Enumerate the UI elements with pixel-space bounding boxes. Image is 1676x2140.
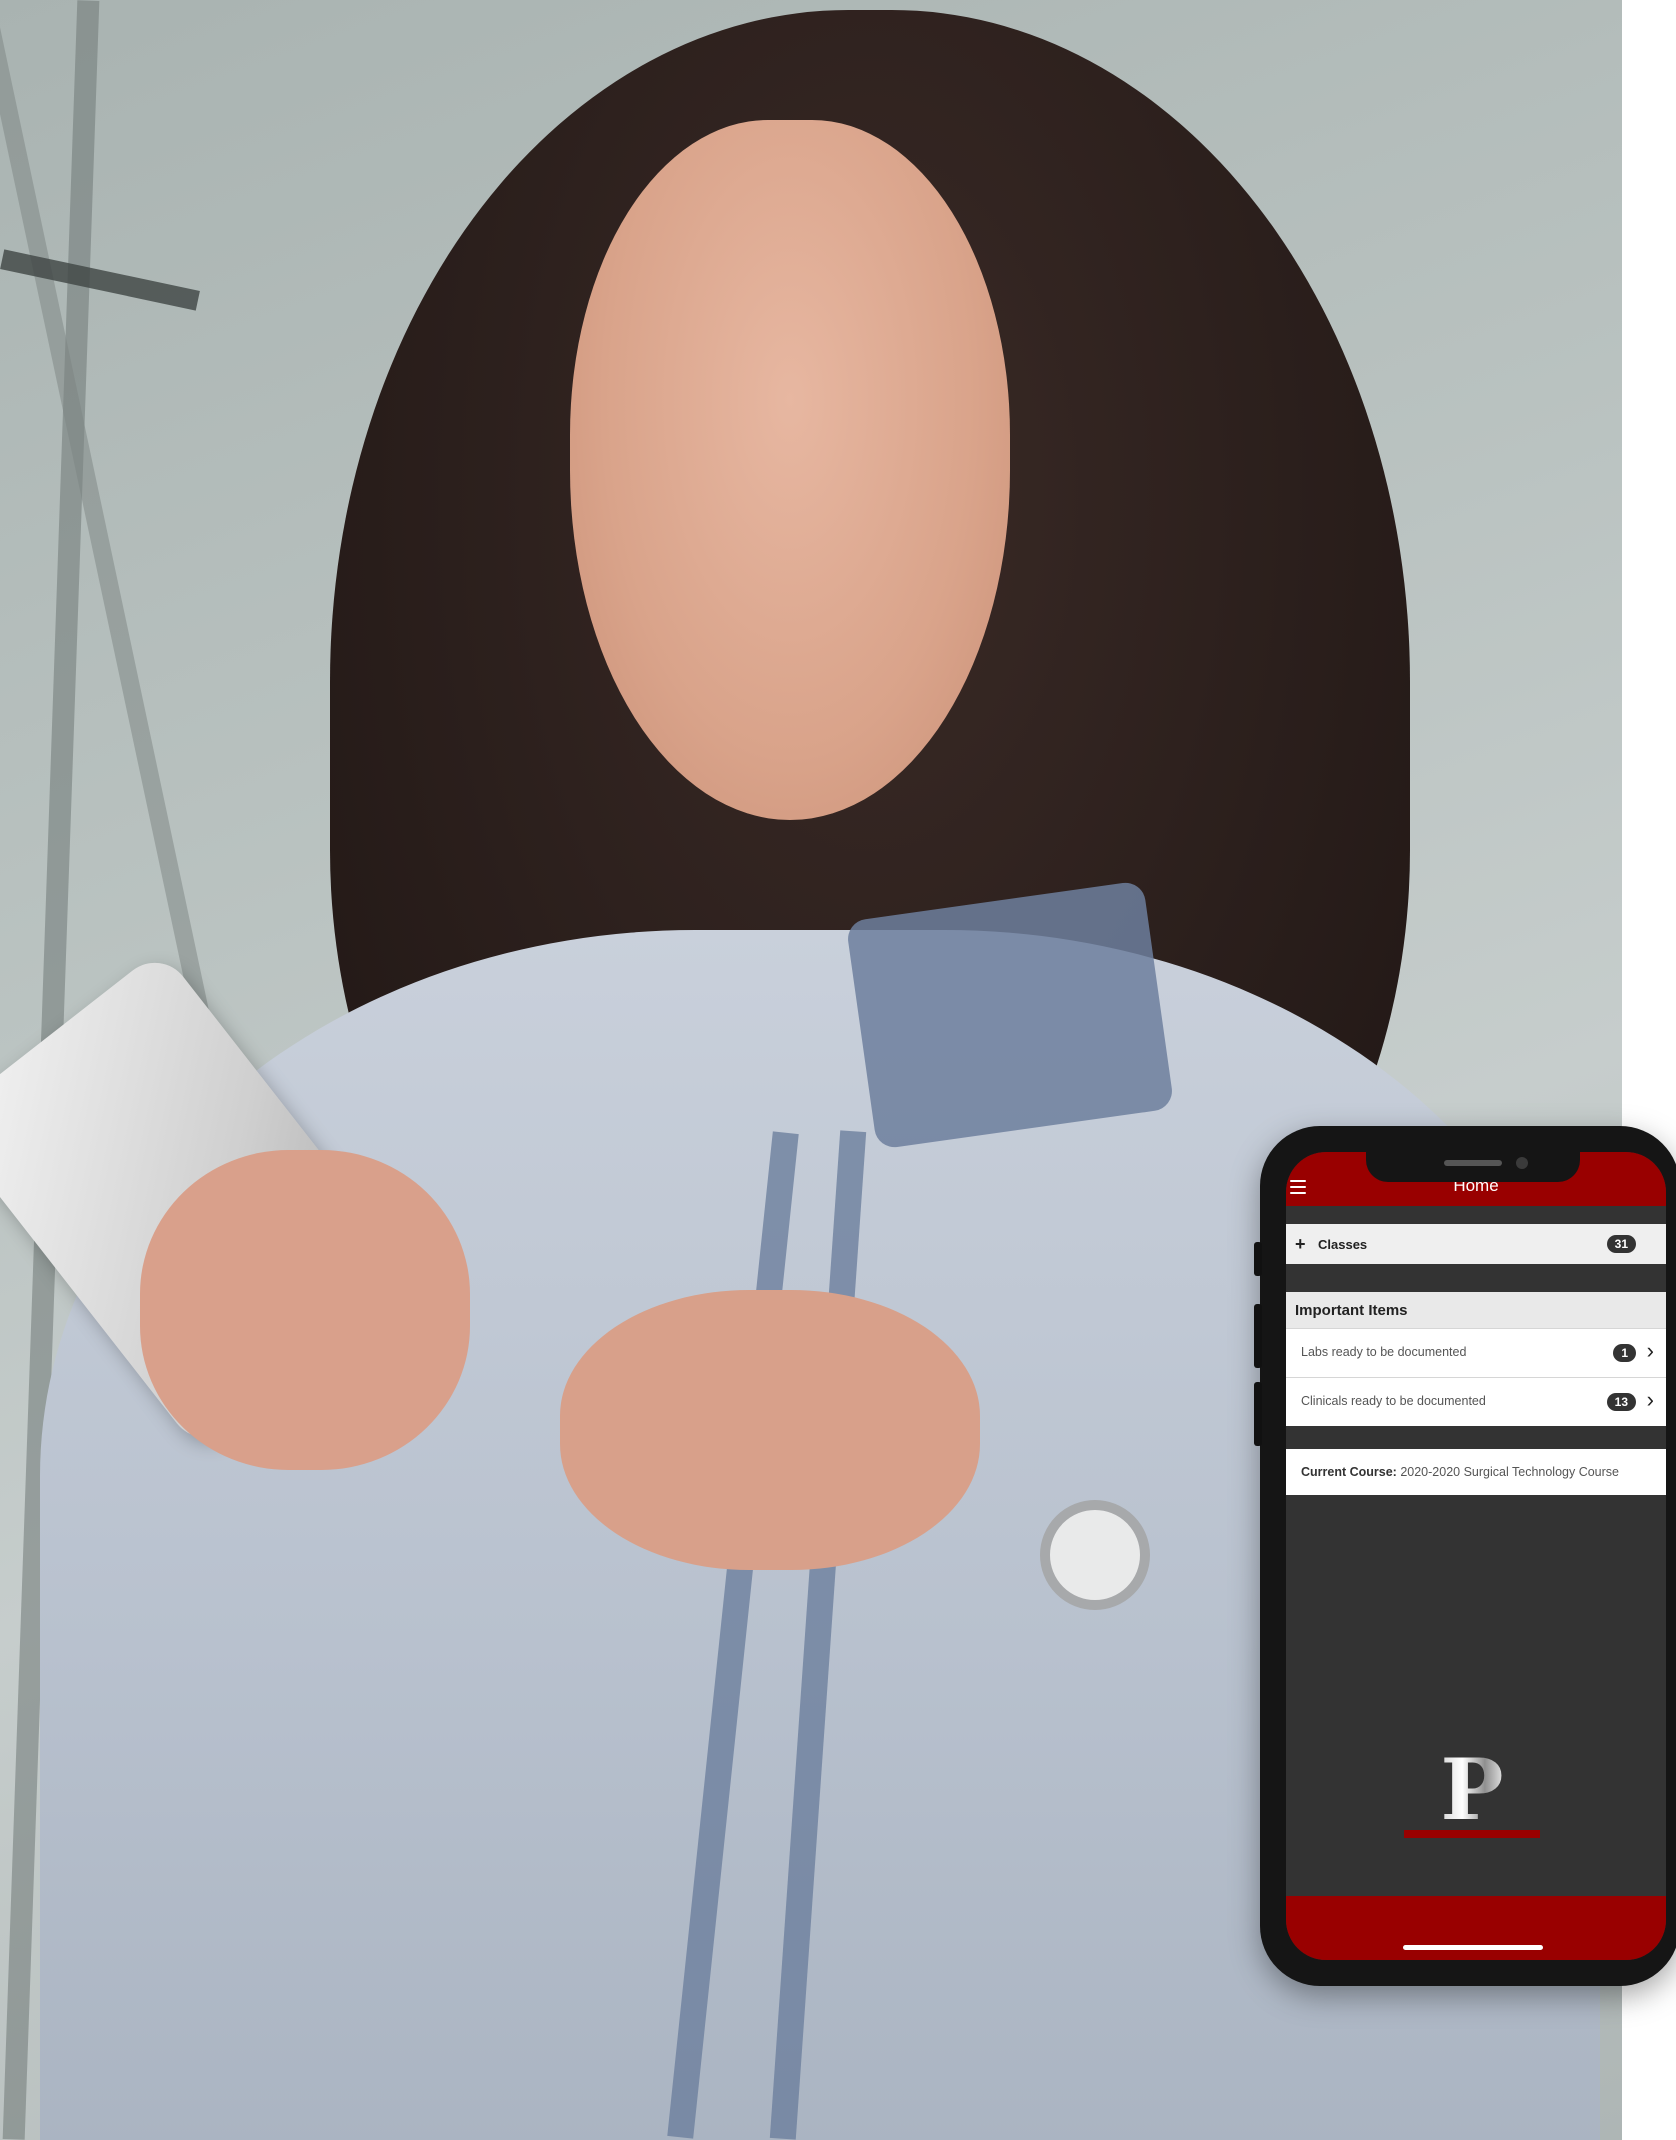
current-course-label: Current Course:	[1301, 1465, 1397, 1479]
chevron-right-icon: ›	[1646, 1338, 1654, 1363]
person-hand	[560, 1290, 980, 1570]
list-item-labs[interactable]: Labs ready to be documented 1 ›	[1286, 1328, 1666, 1377]
important-items-heading: Important Items	[1295, 1301, 1408, 1319]
current-course-value: 2020-2020 Surgical Technology Course	[1400, 1465, 1619, 1479]
shirt-collar	[845, 880, 1175, 1150]
logo-letter: P	[1440, 1740, 1504, 1839]
phone-speaker	[1444, 1160, 1502, 1166]
person-hand	[140, 1150, 470, 1470]
plus-icon: +	[1295, 1233, 1306, 1254]
app-footer-bar	[1286, 1896, 1666, 1960]
person-face	[570, 120, 1010, 820]
logo-underline	[1404, 1830, 1540, 1838]
home-indicator[interactable]	[1403, 1945, 1543, 1950]
background-stand	[0, 0, 238, 1149]
phone-side-button	[1254, 1304, 1262, 1368]
phone-side-button	[1254, 1382, 1262, 1446]
list-item-clinicals[interactable]: Clinicals ready to be documented 13 ›	[1286, 1377, 1666, 1426]
classes-row[interactable]: + Classes 31	[1286, 1224, 1666, 1264]
current-course-row: Current Course: 2020-2020 Surgical Techn…	[1286, 1449, 1666, 1495]
list-item-label: Clinicals ready to be documented	[1301, 1394, 1486, 1408]
app-logo: P	[1404, 1748, 1540, 1838]
background-stand-arm	[0, 249, 200, 311]
classes-label: Classes	[1318, 1236, 1368, 1252]
count-badge: 13	[1606, 1393, 1636, 1411]
phone-side-button	[1254, 1242, 1262, 1276]
count-badge: 1	[1613, 1344, 1636, 1362]
phone-mockup: Home + Classes 31 Important Items Labs r…	[1254, 1126, 1676, 1986]
phone-notch	[1366, 1152, 1580, 1182]
chevron-right-icon: ›	[1646, 1387, 1654, 1412]
list-item-label: Labs ready to be documented	[1301, 1345, 1467, 1359]
wristwatch	[1040, 1500, 1150, 1610]
important-items-header: Important Items	[1286, 1292, 1666, 1328]
phone-camera	[1516, 1157, 1528, 1169]
phone-screen: Home + Classes 31 Important Items Labs r…	[1286, 1152, 1666, 1960]
classes-count-badge: 31	[1606, 1235, 1636, 1253]
